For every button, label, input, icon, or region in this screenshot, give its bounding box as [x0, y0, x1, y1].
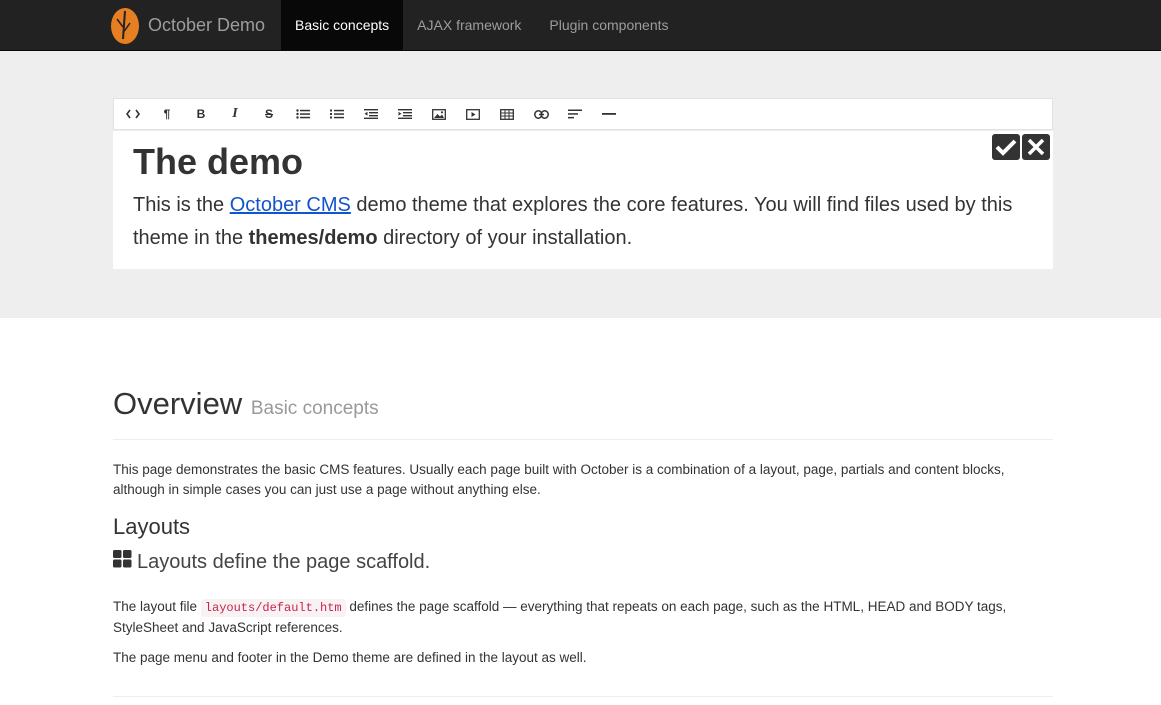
section-divider [113, 696, 1053, 697]
editor-heading: The demo [133, 141, 304, 182]
intro-paragraph: This page demonstrates the basic CMS fea… [113, 462, 1005, 497]
horizontal-rule-icon[interactable] [592, 99, 626, 129]
ordered-list-icon[interactable] [320, 99, 354, 129]
link-icon[interactable] [524, 99, 558, 129]
align-icon[interactable] [558, 99, 592, 129]
layouts-lead: Layouts define the page scaffold. [113, 550, 1053, 574]
layouts-heading: Layouts [113, 514, 191, 539]
indent-icon[interactable] [388, 99, 422, 129]
top-navbar: October Demo Basic concepts AJAX framewo… [0, 0, 1161, 51]
editor-paragraph: This is the October CMS demo theme that … [133, 194, 1013, 249]
table-icon[interactable] [490, 99, 524, 129]
editor-toolbar: ¶ B I S [113, 98, 1053, 130]
page-title: Overview Basic concepts [113, 386, 379, 421]
video-icon[interactable] [456, 99, 490, 129]
page-subtitle: Basic concepts [250, 398, 379, 419]
unordered-list-icon[interactable] [286, 99, 320, 129]
outdent-icon[interactable] [354, 99, 388, 129]
editor-actions [992, 134, 1050, 160]
strikethrough-icon[interactable]: S [252, 99, 286, 129]
italic-icon[interactable]: I [218, 99, 252, 129]
october-cms-link[interactable]: October CMS [230, 194, 351, 216]
save-check-icon[interactable] [992, 134, 1020, 160]
nav-item-basic-concepts[interactable]: Basic concepts [281, 0, 404, 50]
grid-icon [113, 550, 132, 574]
html-code-icon[interactable] [116, 99, 150, 129]
cancel-close-icon[interactable] [1022, 134, 1050, 160]
layout-file-path: layouts/default.htm [200, 599, 346, 617]
nav-item-plugin-components[interactable]: Plugin components [535, 0, 682, 50]
paragraph-icon[interactable]: ¶ [150, 99, 184, 129]
menu-footer-paragraph: The page menu and footer in the Demo the… [113, 650, 587, 665]
brand-name: October Demo [148, 14, 266, 35]
main-content: Overview Basic concepts This page demons… [113, 380, 1053, 668]
main-nav: Basic concepts AJAX framework Plugin com… [281, 0, 683, 50]
page-header: Overview Basic concepts [113, 380, 1053, 440]
image-icon[interactable] [422, 99, 456, 129]
nav-item-ajax-framework[interactable]: AJAX framework [403, 0, 535, 50]
rich-text-editor[interactable]: The demo This is the October CMS demo th… [113, 131, 1053, 269]
bold-icon[interactable]: B [184, 99, 218, 129]
layout-file-paragraph: The layout file layouts/default.htm defi… [113, 599, 1007, 635]
october-leaf-logo-icon [110, 5, 140, 45]
brand-link[interactable]: October Demo [110, 0, 265, 50]
